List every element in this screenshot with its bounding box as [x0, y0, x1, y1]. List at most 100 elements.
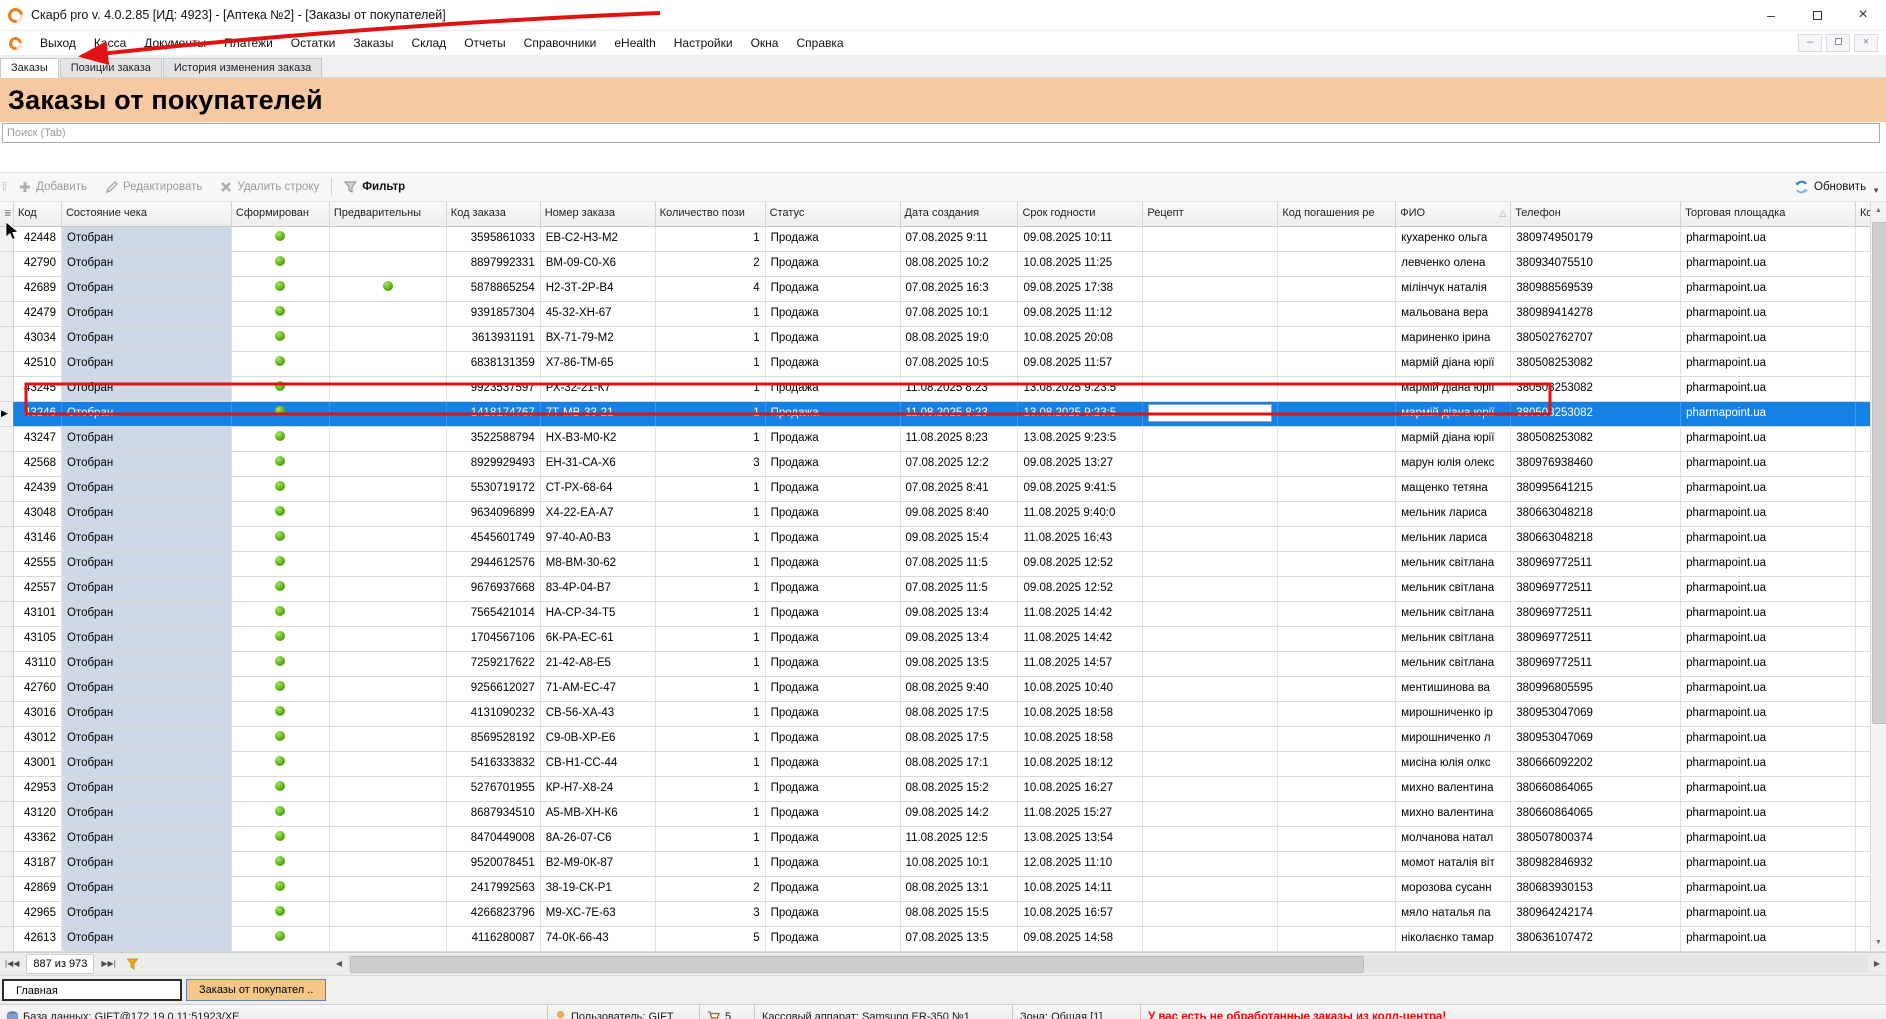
column-header-qty[interactable]: Количество пози [656, 202, 766, 226]
menu-item-8[interactable]: Справочники [515, 36, 606, 50]
minimize-icon[interactable]: – [1748, 0, 1794, 30]
search-input[interactable] [2, 123, 1880, 143]
scroll-right-icon[interactable]: ▶ [1868, 955, 1886, 972]
cell-created: 10.08.2025 10:1 [901, 852, 1019, 876]
tab-0[interactable]: Заказы [0, 58, 59, 78]
column-header-onum[interactable]: Номер заказа [541, 202, 656, 226]
cell-qty: 1 [656, 327, 766, 351]
table-row[interactable]: 43101Отобран7565421014НА-СР-34-Т51Продаж… [0, 602, 1886, 627]
table-row[interactable]: 43012Отобран8569528192С9-0В-ХР-Е61Продаж… [0, 727, 1886, 752]
table-row[interactable]: 42965Отобран4266823796М9-ХС-7Е-633Продаж… [0, 902, 1886, 927]
pager-filter-icon[interactable] [127, 958, 138, 970]
vertical-scroll-thumb[interactable] [1872, 222, 1886, 724]
table-row[interactable]: 42555Отобран2944612576М8-ВМ-30-621Продаж… [0, 552, 1886, 577]
table-row[interactable]: 42568Отобран8929929493ЕН-31-СА-Х63Продаж… [0, 452, 1886, 477]
selected-row-indicator-icon: ▶ [0, 402, 14, 426]
table-row[interactable]: 43110Отобран725921762221-42-А8-Е51Продаж… [0, 652, 1886, 677]
cell-redeem [1278, 752, 1396, 776]
column-header-fio[interactable]: ФИО△ [1396, 202, 1511, 226]
last-page-button[interactable]: ▶▶| [96, 954, 120, 974]
delete-row-button[interactable]: Удалить строку [211, 175, 328, 199]
table-row[interactable]: 42689Отобран5878865254Н2-3Т-2Р-В44Продаж… [0, 277, 1886, 302]
table-row[interactable]: 43187Отобран9520078451В2-М9-0К-871Продаж… [0, 852, 1886, 877]
menu-item-4[interactable]: Остатки [282, 36, 345, 50]
table-row[interactable]: 42557Отобран967693766883-4Р-04-В71Продаж… [0, 577, 1886, 602]
window-tab-home[interactable]: Главная [2, 979, 182, 1001]
table-row[interactable]: 42953Отобран5276701955КР-Н7-Х8-241Продаж… [0, 777, 1886, 802]
table-row[interactable]: 42760Отобран925661202771-АМ-ЕС-471Продаж… [0, 677, 1886, 702]
menu-item-2[interactable]: Документы [135, 36, 215, 50]
cell-redeem [1278, 252, 1396, 276]
menu-item-11[interactable]: Окна [742, 36, 788, 50]
menu-item-12[interactable]: Справка [787, 36, 852, 50]
menu-item-10[interactable]: Настройки [665, 36, 742, 50]
cell-market: pharmapoint.ua [1681, 477, 1856, 501]
table-row[interactable]: 43245Отобран9923537597РХ-32-21-К71Продаж… [0, 377, 1886, 402]
table-row[interactable]: 43120Отобран8687934510А5-МВ-ХН-К61Продаж… [0, 802, 1886, 827]
column-header-state[interactable]: Состояние чека [62, 202, 232, 226]
table-row[interactable]: 43001Отобран5416333832СВ-Н1-СС-441Продаж… [0, 752, 1886, 777]
recipe-edit-cell[interactable] [1148, 404, 1272, 422]
table-row[interactable]: 43016Отобран4131090232СВ-56-ХА-431Продаж… [0, 702, 1886, 727]
window-tab-orders[interactable]: Заказы от покупател .. [186, 979, 326, 1001]
close-icon[interactable]: × [1840, 0, 1886, 30]
scroll-down-icon[interactable]: ▼ [1871, 934, 1886, 951]
menu-item-9[interactable]: eHealth [605, 36, 664, 50]
column-header-status[interactable]: Статус [766, 202, 901, 226]
menu-item-3[interactable]: Платежи [215, 36, 282, 50]
table-row[interactable]: 42613Отобран411628008774-0К-66-435Продаж… [0, 927, 1886, 952]
table-row[interactable]: 42510Отобран6838131359Х7-86-ТМ-651Продаж… [0, 352, 1886, 377]
column-header-market[interactable]: Торговая площадка [1681, 202, 1856, 226]
column-header-phone[interactable]: Телефон [1511, 202, 1681, 226]
cell-created: 07.08.2025 11:5 [901, 552, 1019, 576]
menu-item-7[interactable]: Отчеты [455, 36, 514, 50]
table-row[interactable]: 43362Отобран84704490088А-26-07-С61Продаж… [0, 827, 1886, 852]
table-row[interactable]: 43034Отобран3613931191ВХ-71-79-М21Продаж… [0, 327, 1886, 352]
cell-formed [232, 752, 330, 776]
mdi-close-icon[interactable]: × [1854, 34, 1878, 52]
mdi-minimize-icon[interactable]: – [1798, 34, 1822, 52]
scroll-up-icon[interactable]: ▲ [1871, 202, 1886, 219]
cell-prelim [330, 327, 447, 351]
column-header-created[interactable]: Дата создания [901, 202, 1019, 226]
menu-item-0[interactable]: Выход [31, 36, 85, 50]
refresh-dropdown-icon[interactable]: ▼ [1872, 186, 1880, 195]
table-row[interactable]: ▶43246Отобран14181747677Т-МВ-33-211Прода… [0, 402, 1886, 427]
scroll-left-icon[interactable]: ◀ [330, 955, 348, 972]
cell-phone: 380508253082 [1511, 377, 1681, 401]
column-header-redeem[interactable]: Код погашения ре [1278, 202, 1396, 226]
restore-icon[interactable] [1794, 0, 1840, 30]
column-header-ind[interactable]: ≣ [0, 202, 14, 226]
table-row[interactable]: 42439Отобран5530719172СТ-РХ-68-641Продаж… [0, 477, 1886, 502]
table-row[interactable]: 42869Отобран241799256338-19-СК-Р12Продаж… [0, 877, 1886, 902]
table-row[interactable]: 42479Отобран939185730445-32-ХН-671Продаж… [0, 302, 1886, 327]
table-row[interactable]: 42790Отобран8897992331ВМ-09-С0-Х62Продаж… [0, 252, 1886, 277]
column-header-expires[interactable]: Срок годности [1018, 202, 1143, 226]
horizontal-scroll-thumb[interactable] [350, 956, 1364, 973]
column-header-formed[interactable]: Сформирован [232, 202, 330, 226]
column-header-ocode[interactable]: Код заказа [447, 202, 541, 226]
add-button[interactable]: Добавить [10, 175, 96, 199]
filter-button[interactable]: Фильтр [335, 175, 414, 199]
menu-item-5[interactable]: Заказы [344, 36, 402, 50]
horizontal-scrollbar[interactable]: ◀ [348, 955, 1868, 972]
table-row[interactable]: 43105Отобран17045671066К-РА-ЕС-611Продаж… [0, 627, 1886, 652]
cell-code: 43034 [14, 327, 62, 351]
table-row[interactable]: 43247Отобран3522588794НХ-В3-М0-К21Продаж… [0, 427, 1886, 452]
table-row[interactable]: 42448Отобран3595861033ЕВ-С2-Н3-М21Продаж… [0, 227, 1886, 252]
table-row[interactable]: 43048Отобран9634096899Х4-22-ЕА-А71Продаж… [0, 502, 1886, 527]
first-page-button[interactable]: |◀◀ [0, 954, 24, 974]
column-header-code[interactable]: Код [14, 202, 62, 226]
column-header-prelim[interactable]: Предварительны [330, 202, 447, 226]
table-row[interactable]: 43146Отобран454560174997-40-А0-В31Продаж… [0, 527, 1886, 552]
vertical-scrollbar[interactable]: ▲ ▼ [1870, 202, 1886, 951]
menu-item-6[interactable]: Склад [402, 36, 455, 50]
mdi-restore-icon[interactable] [1826, 34, 1850, 52]
cell-redeem [1278, 477, 1396, 501]
tab-2[interactable]: История изменения заказа [163, 58, 322, 77]
column-header-recipe[interactable]: Рецепт [1143, 202, 1278, 226]
edit-button[interactable]: Редактировать [96, 175, 211, 199]
refresh-button[interactable]: Обновить [1794, 180, 1870, 194]
tab-1[interactable]: Позиции заказа [60, 58, 162, 77]
menu-item-1[interactable]: Касса [85, 36, 135, 50]
